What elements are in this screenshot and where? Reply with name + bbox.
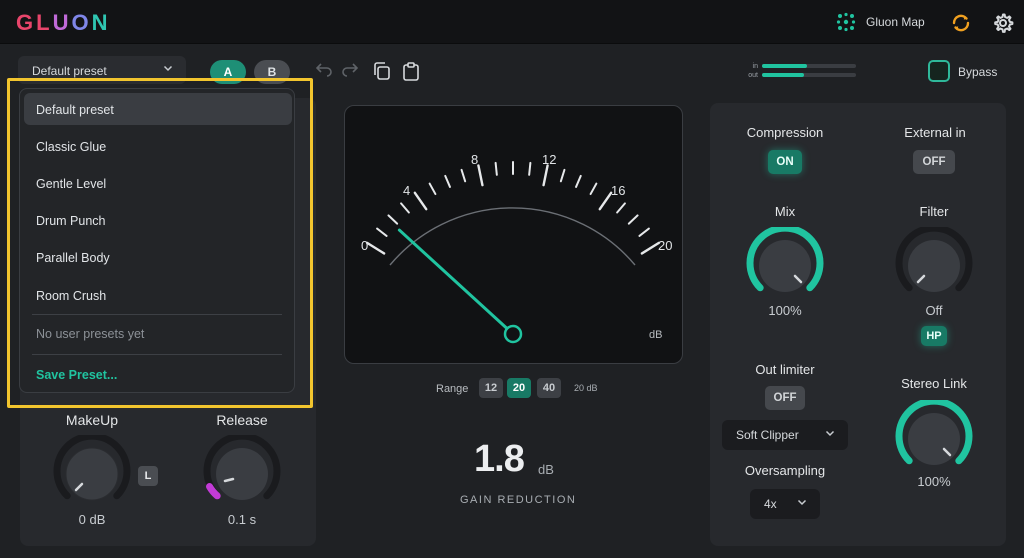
logo-letter: O — [71, 10, 92, 35]
meter-tick — [559, 168, 566, 183]
meter-in-label: in — [752, 63, 758, 70]
meter-tick — [575, 174, 582, 188]
oversampling-label: Oversampling — [744, 463, 826, 478]
needle-pivot — [503, 324, 523, 344]
scale-label: 8 — [471, 152, 478, 167]
preset-select-value: Default preset — [32, 64, 107, 78]
meter-tick — [542, 164, 549, 187]
mix-label: Mix — [774, 204, 796, 219]
atom-icon — [836, 12, 856, 32]
meter-tick — [616, 202, 626, 214]
makeup-value: 0 dB — [78, 512, 106, 527]
title-bar: GLUON Gluon Map — [0, 0, 1024, 44]
gr-meter-dial: 0 4 8 12 16 20 dB — [361, 152, 672, 344]
meter-tick — [444, 174, 451, 188]
redo-icon[interactable] — [340, 61, 360, 81]
sync-icon[interactable] — [950, 12, 972, 34]
input-meter — [762, 64, 856, 68]
meter-tick — [365, 241, 386, 255]
dropdown-highlight-frame — [7, 78, 313, 408]
meter-tick — [400, 202, 410, 214]
oversampling-select[interactable]: 4x — [750, 489, 820, 519]
clipper-select[interactable]: Soft Clipper — [722, 420, 848, 450]
meter-tick — [589, 182, 598, 196]
meter-tick — [413, 191, 428, 211]
oversampling-value: 4x — [764, 497, 777, 511]
scale-label: 0 — [361, 238, 368, 253]
meter-tick — [640, 241, 661, 255]
logo-letter: L — [36, 10, 53, 35]
scale-label: 12 — [542, 152, 556, 167]
output-meter — [762, 73, 856, 77]
filter-label: Filter — [919, 204, 949, 219]
scale-label: 16 — [611, 183, 625, 198]
range-40-button[interactable]: 40 — [537, 378, 561, 398]
logo-letter: U — [52, 10, 72, 35]
meter-tick — [387, 214, 399, 225]
filter-knob[interactable] — [895, 227, 973, 305]
copy-icon[interactable] — [372, 61, 392, 81]
meter-tick — [598, 191, 613, 211]
meter-tick — [638, 227, 650, 237]
range-note: 20 dB — [574, 383, 598, 393]
logo-letter: N — [91, 10, 111, 35]
bypass-checkbox[interactable] — [928, 60, 950, 82]
external-in-toggle[interactable]: OFF — [913, 150, 955, 174]
chevron-down-icon — [825, 430, 835, 437]
right-control-panel: Compression ON External in OFF Mix 100% … — [710, 103, 1006, 546]
gain-reduction-unit: dB — [538, 462, 554, 477]
range-label: Range — [436, 383, 469, 395]
makeup-link-badge[interactable]: L — [138, 466, 158, 486]
mix-value: 100% — [768, 303, 802, 318]
gain-reduction-value: 1.8 — [474, 438, 525, 480]
clipper-select-value: Soft Clipper — [736, 428, 799, 442]
external-in-label: External in — [904, 125, 966, 140]
meter-tick — [428, 182, 437, 196]
out-limiter-label: Out limiter — [755, 362, 815, 377]
output-meter-fill — [762, 73, 805, 77]
chevron-down-icon — [797, 499, 807, 506]
makeup-label: MakeUp — [65, 412, 119, 428]
meter-tick — [376, 227, 388, 237]
filter-value: Off — [925, 303, 943, 318]
compression-toggle[interactable]: ON — [768, 150, 802, 174]
meter-tick — [477, 164, 484, 187]
release-knob-arc — [206, 483, 221, 500]
scale-label: 4 — [403, 183, 410, 198]
release-label: Release — [216, 412, 268, 428]
meter-unit-label: dB — [649, 329, 662, 341]
gluon-map-button[interactable]: Gluon Map — [836, 12, 925, 32]
meter-tick — [494, 161, 498, 176]
release-value: 0.1 s — [227, 512, 257, 527]
stereo-link-label: Stereo Link — [901, 376, 967, 391]
gain-reduction-meter: 0 4 8 12 16 20 dB — [344, 105, 683, 364]
input-meter-fill — [762, 64, 808, 68]
range-12-button[interactable]: 12 — [479, 378, 503, 398]
stereo-link-value: 100% — [917, 474, 951, 489]
mix-knob[interactable] — [746, 227, 824, 305]
logo-letter: G — [16, 10, 37, 35]
io-meter-labels: in out — [744, 62, 758, 80]
filter-mode-hp-button[interactable]: HP — [921, 326, 947, 346]
meter-tick — [627, 214, 639, 225]
meter-tick — [528, 161, 532, 176]
makeup-knob[interactable] — [53, 435, 131, 513]
undo-icon[interactable] — [314, 61, 334, 81]
gluon-map-label: Gluon Map — [866, 15, 925, 29]
gain-reduction-label: GAIN REDUCTION — [460, 494, 577, 506]
chevron-down-icon — [163, 65, 173, 72]
meter-needle — [397, 228, 515, 336]
compression-label: Compression — [746, 125, 824, 140]
bypass-label: Bypass — [958, 65, 998, 79]
gear-icon[interactable] — [992, 12, 1014, 34]
stereo-link-knob[interactable] — [895, 400, 973, 478]
meter-out-label: out — [748, 72, 758, 79]
paste-icon[interactable] — [401, 61, 421, 81]
range-20-button[interactable]: 20 — [507, 378, 531, 398]
gluon-logo: GLUON — [16, 10, 110, 36]
scale-label: 20 — [658, 238, 672, 253]
out-limiter-toggle[interactable]: OFF — [765, 386, 805, 410]
release-knob[interactable] — [203, 435, 281, 513]
meter-tick — [460, 168, 467, 183]
